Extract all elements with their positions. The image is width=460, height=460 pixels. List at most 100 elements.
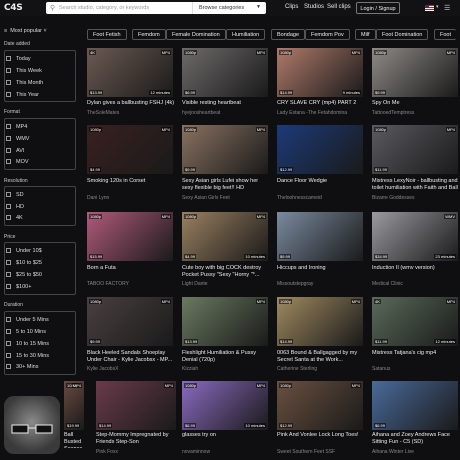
clip-studio[interactable]: Sexy Asian Girls Feet — [182, 195, 270, 201]
clip-title[interactable]: Mistress Tatjana's cig mp4 — [372, 350, 460, 366]
clip-title[interactable]: Sexy Asian girls Lufei show her sexy fle… — [182, 178, 270, 194]
checkbox[interactable] — [6, 56, 11, 61]
resolution-option-4k[interactable]: 4K — [6, 215, 23, 221]
resolution-option-sd[interactable]: SD — [6, 192, 24, 198]
nav-sell-clips[interactable]: Sell clips — [327, 4, 351, 10]
clip-studio[interactable]: Kylie JacobsX — [87, 366, 175, 372]
clip-studio[interactable]: TheSoleMates — [87, 110, 175, 116]
duration-option-15-30[interactable]: 15 to 30 Mins — [6, 353, 49, 359]
price-option-100-plus[interactable]: $100+ — [6, 284, 31, 290]
clip-studio[interactable]: TABOO FACTORY — [87, 281, 175, 287]
language-flag-icon[interactable] — [425, 5, 434, 11]
clip-thumbnail[interactable]: 1080p MP4 $12.99 — [277, 381, 363, 430]
nav-clips[interactable]: Clips — [285, 4, 298, 10]
clip-thumbnail[interactable]: 1080p MP4 $6.99 10 minutes — [182, 381, 268, 430]
clip-thumbnail[interactable]: 1080p MP4 $14.99 9 minutes — [277, 48, 363, 97]
checkbox[interactable] — [6, 353, 11, 358]
checkbox[interactable] — [6, 136, 11, 141]
clip-studio[interactable]: Lady Estana -The Fetahdomina — [277, 110, 365, 116]
clip-studio[interactable]: Sweet Southern Feet SSF — [277, 449, 365, 455]
clip-studio[interactable]: Pink Foxx — [96, 449, 178, 455]
checkbox[interactable] — [6, 317, 11, 322]
clip-title[interactable]: Induction II (wmv version) — [372, 265, 460, 281]
hamburger-menu-icon[interactable]: ☰ — [444, 4, 450, 12]
clip-title[interactable]: Spy On Me — [372, 100, 460, 108]
tag-chip[interactable]: Humiliation — [226, 29, 266, 40]
nav-studios[interactable]: Studios — [304, 4, 324, 10]
tag-chip[interactable]: Milf — [355, 29, 376, 40]
clip-thumbnail[interactable]: 1080p MP4 $4.99 10 minutes — [182, 212, 268, 261]
site-logo[interactable]: C4S — [4, 3, 23, 13]
tag-chip[interactable]: Femdom — [132, 29, 166, 40]
clip-title[interactable]: Dance Floor Wedgie — [277, 178, 365, 194]
clip-title[interactable]: Pink And Vonlee Lock Long Toes! — [277, 432, 365, 448]
tag-chip[interactable]: Foot — [434, 29, 457, 40]
clip-thumbnail[interactable]: 4K MP4 $11.99 12 minutes — [372, 297, 458, 346]
clip-studio[interactable]: hyejoosheartbeat — [182, 110, 270, 116]
clip-title[interactable]: Fleshlight Humiliation & Pussy Denial (7… — [182, 350, 270, 366]
clip-thumbnail[interactable]: WMV $34.99 23 minutes — [372, 212, 458, 261]
clip-title[interactable]: Visible resting heartbeat — [182, 100, 270, 108]
clip-thumbnail[interactable]: MP4 $14.99 — [96, 381, 176, 430]
checkbox[interactable] — [6, 364, 11, 369]
checkbox[interactable] — [6, 341, 11, 346]
duration-option-5-10[interactable]: 5 to 10 Mins — [6, 329, 46, 335]
clip-studio[interactable]: Bizarre Goddesses — [372, 195, 460, 201]
date-option-this-month[interactable]: This Month — [6, 80, 43, 86]
price-option-25-50[interactable]: $25 to $50 — [6, 272, 42, 278]
checkbox[interactable] — [6, 159, 11, 164]
clip-studio[interactable]: novaminnow — [182, 449, 270, 455]
checkbox[interactable] — [6, 192, 11, 197]
checkbox[interactable] — [6, 68, 11, 73]
clip-studio[interactable]: Aihana Winter Live — [372, 449, 460, 455]
clip-studio[interactable]: Theloohnesscameid — [277, 195, 365, 201]
clip-studio[interactable]: Light Dante — [182, 281, 270, 287]
clip-title[interactable]: Mistress LexyNoir - ballbusting and toil… — [372, 178, 460, 194]
tag-chip[interactable]: Femdom Pov — [305, 29, 350, 40]
clip-title[interactable]: 0063 Bound & Ballgagged by my Secret San… — [277, 350, 365, 366]
clip-thumbnail[interactable]: 4K MP4 $13.99 12 minutes — [87, 48, 173, 97]
login-signup-button[interactable]: Login / Signup — [356, 2, 400, 14]
resolution-option-hd[interactable]: HD — [6, 204, 24, 210]
checkbox[interactable] — [6, 148, 11, 153]
clip-thumbnail[interactable]: 1080p MP4 $6.99 — [182, 48, 268, 97]
checkbox[interactable] — [6, 215, 11, 220]
clip-title[interactable]: Cute boy with big COCK destroy Pocket Pu… — [182, 265, 270, 281]
clip-thumbnail[interactable]: $12.99 — [277, 125, 363, 174]
checkbox[interactable] — [6, 80, 11, 85]
clip-studio[interactable]: TattooedTemptress — [372, 110, 460, 116]
clip-thumbnail[interactable]: 1080p MP4 $9.99 — [372, 48, 458, 97]
checkbox[interactable] — [6, 284, 11, 289]
tag-chip[interactable]: Bondage — [271, 29, 306, 40]
clip-thumbnail[interactable]: $9.99 — [277, 212, 363, 261]
clip-thumbnail[interactable]: MP4 $13.99 — [182, 297, 268, 346]
clip-title[interactable]: Smoking 120s in Corset — [87, 178, 175, 194]
date-option-this-week[interactable]: This Week — [6, 68, 42, 74]
format-option-mp4[interactable]: MP4 — [6, 124, 27, 130]
clip-title[interactable]: Hiccups and Ironing — [277, 265, 365, 281]
clip-thumbnail[interactable]: 1080p MP4 $14.99 — [277, 297, 363, 346]
checkbox[interactable] — [6, 329, 11, 334]
checkbox[interactable] — [6, 260, 11, 265]
avatar[interactable] — [4, 396, 60, 454]
clip-thumbnail[interactable]: 1080p MP4 $15.99 — [87, 212, 173, 261]
tag-chip[interactable]: Female Domination — [166, 29, 226, 40]
clip-thumbnail[interactable]: 1080p MP4 $9.99 — [87, 297, 173, 346]
sort-dropdown[interactable]: ≡ Most popular ˅ — [4, 28, 47, 34]
clip-title[interactable]: Aihana and Zoey Andrews Face Sitting Fun… — [372, 432, 460, 448]
clip-studio[interactable]: Catherine Sterling — [277, 366, 365, 372]
checkbox[interactable] — [6, 124, 11, 129]
clip-studio[interactable]: Missoutstepgray — [277, 281, 365, 287]
price-option-under-10[interactable]: Under 10$ — [6, 248, 42, 254]
duration-option-30-plus[interactable]: 30+ Mins — [6, 364, 38, 370]
duration-option-10-15[interactable]: 10 to 15 Mins — [6, 341, 49, 347]
search-icon[interactable]: ⚲ — [50, 4, 55, 12]
checkbox[interactable] — [6, 92, 11, 97]
date-option-today[interactable]: Today — [6, 56, 31, 62]
clip-thumbnail[interactable]: 1080pMP4$19.99 — [64, 381, 84, 430]
clip-title[interactable]: Dylan gives a ballbusting FSHJ (4k) — [87, 100, 175, 108]
clip-thumbnail[interactable]: 1080p MP4 $4.99 — [87, 125, 173, 174]
clip-title[interactable]: CRY SLAVE CRY (mp4) PART 2 — [277, 100, 365, 108]
clip-studio[interactable]: Medical Clinic — [372, 281, 460, 287]
search-input[interactable] — [59, 4, 179, 12]
